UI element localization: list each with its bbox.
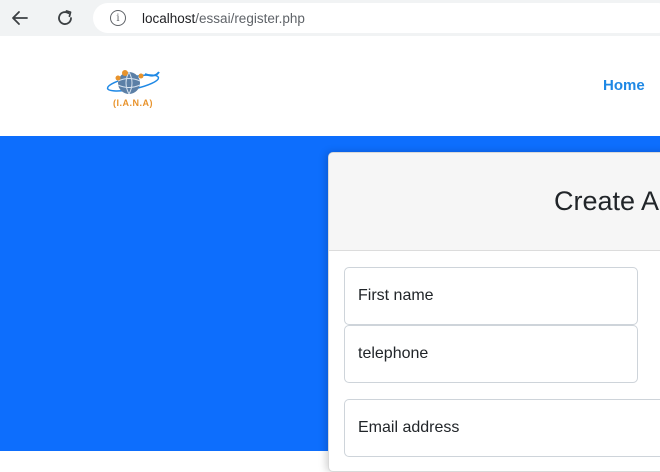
page-title: Create A — [554, 186, 660, 216]
reload-icon[interactable] — [53, 6, 77, 30]
url-path: /essai/register.php — [195, 11, 305, 26]
register-card: Create A First name telephone Email addr… — [328, 152, 660, 472]
info-icon[interactable]: i — [110, 10, 126, 26]
url-text[interactable]: localhost/essai/register.php — [142, 11, 305, 26]
telephone-field[interactable]: telephone — [344, 325, 638, 383]
back-arrow-icon[interactable] — [8, 6, 32, 30]
browser-toolbar: i localhost/essai/register.php — [0, 0, 660, 36]
site-header: (I.A.N.A) Home — [0, 36, 660, 136]
first-name-field[interactable]: First name — [344, 267, 638, 325]
address-bar[interactable]: i localhost/essai/register.php — [93, 3, 660, 33]
site-logo[interactable]: (I.A.N.A) — [105, 68, 161, 110]
email-field[interactable]: Email address — [344, 399, 660, 457]
nav-home-link[interactable]: Home — [603, 77, 645, 94]
card-header: Create A — [329, 153, 660, 251]
globe-logo — [106, 70, 160, 95]
logo-text: (I.A.N.A) — [113, 98, 153, 108]
url-host: localhost — [142, 11, 196, 26]
